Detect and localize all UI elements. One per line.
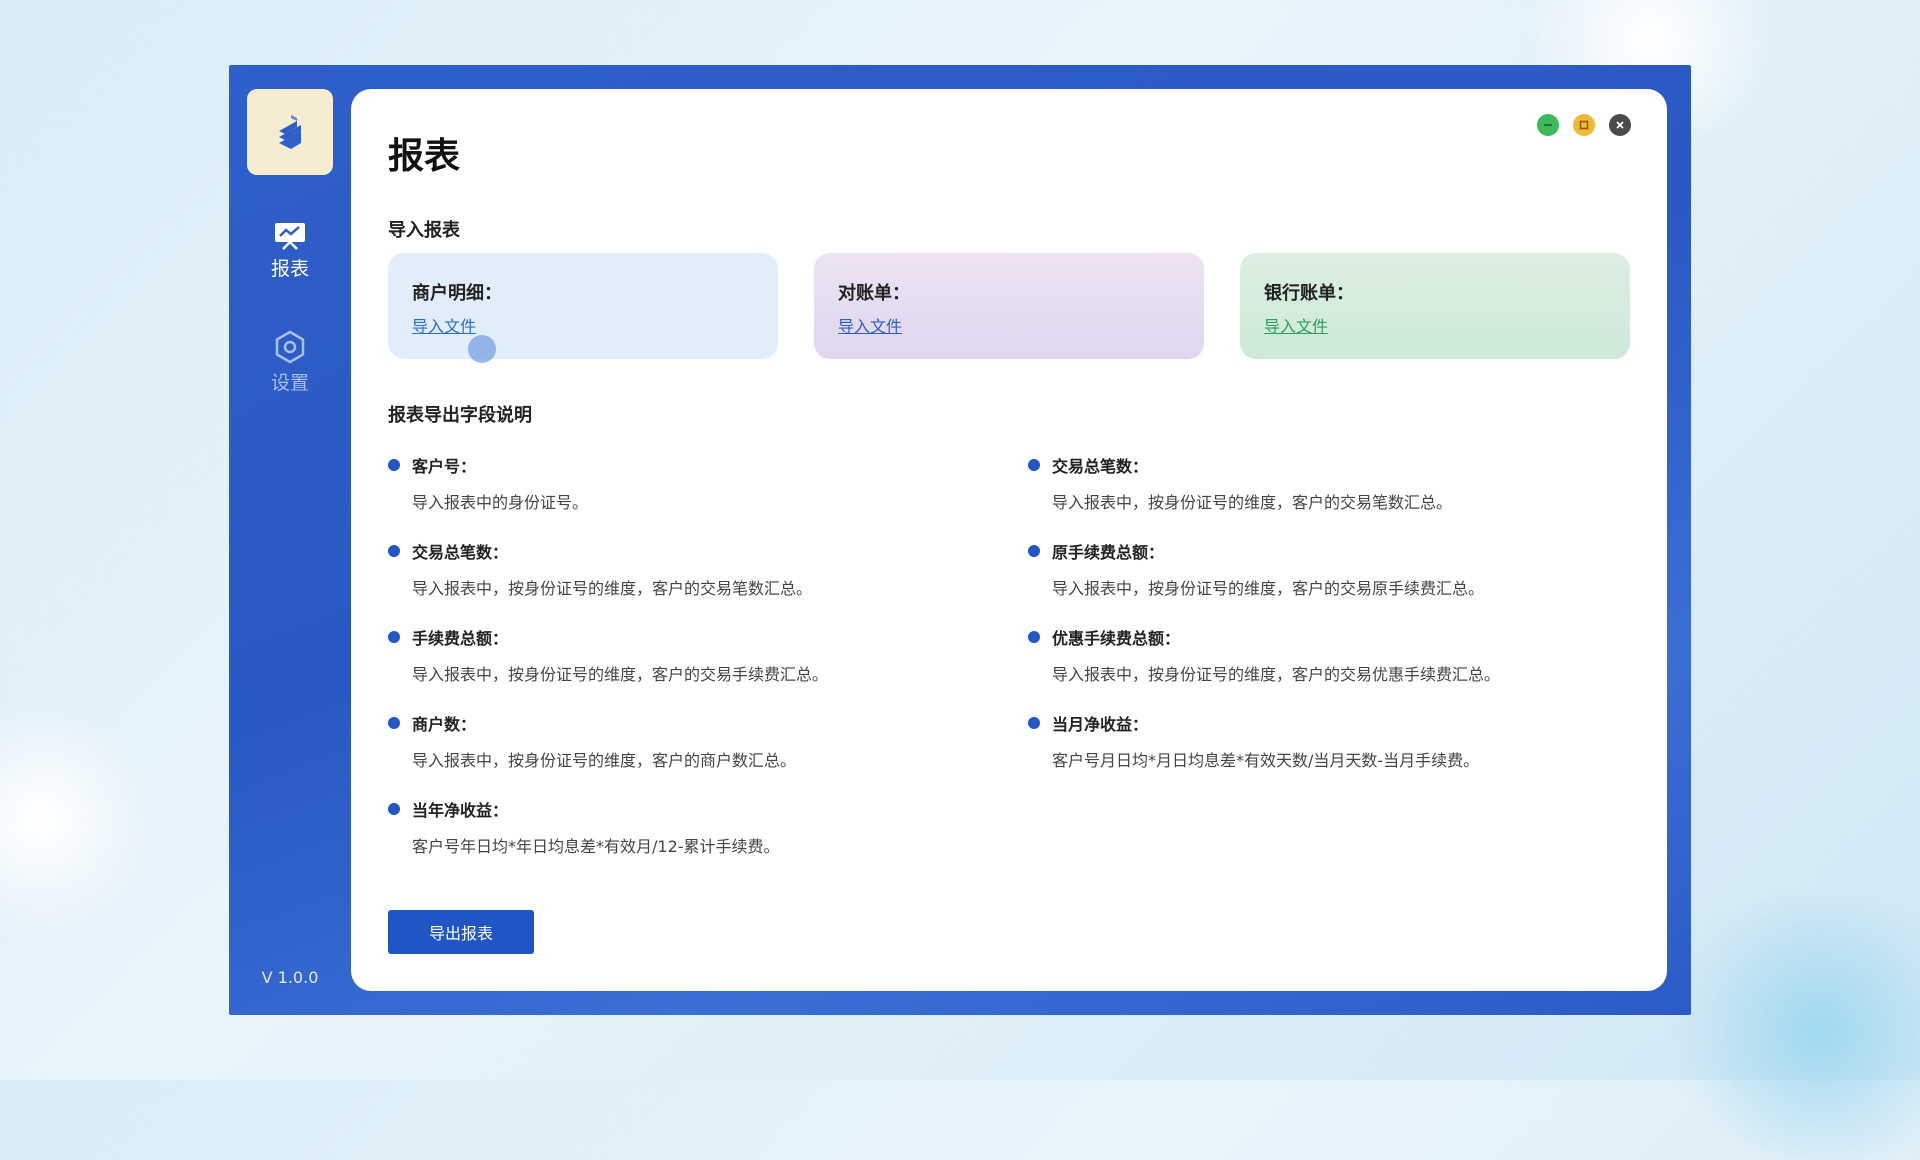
bullet-icon: [388, 717, 400, 729]
import-section-title: 导入报表: [388, 220, 460, 241]
merchant-detail-card: 商户明细： 导入文件: [388, 253, 778, 363]
field-name: 手续费总额：: [412, 629, 509, 648]
field-name: 交易总笔数：: [1052, 457, 1149, 476]
bullet-icon: [388, 631, 400, 643]
window-controls: [1537, 114, 1631, 136]
sidebar-item-label: 设置: [270, 372, 309, 394]
bank-statement-card: 银行账单： 导入文件: [1240, 253, 1630, 359]
field-desc: 导入报表中，按身份证号的维度，客户的交易笔数汇总。: [1052, 493, 1453, 512]
field-item: 交易总笔数： 导入报表中，按身份证号的维度，客户的交易笔数汇总。: [388, 539, 948, 599]
card-label: 银行账单：: [1264, 283, 1354, 304]
maximize-icon[interactable]: [1573, 114, 1595, 136]
field-item: 原手续费总额： 导入报表中，按身份证号的维度，客户的交易原手续费汇总。: [1028, 539, 1588, 599]
field-item: 商户数： 导入报表中，按身份证号的维度，客户的商户数汇总。: [388, 711, 948, 771]
background-blob: [1660, 900, 1920, 1160]
app-window: 报表 设置 V 1.0.0 报表 导入报表 商户明细： 导入文件 对账单： 导入…: [229, 65, 1691, 1015]
sidebar: 报表 设置 V 1.0.0: [229, 65, 351, 1015]
field-name: 交易总笔数：: [412, 543, 509, 562]
bullet-icon: [388, 803, 400, 815]
field-name: 优惠手续费总额：: [1052, 629, 1181, 648]
card-label: 对账单：: [838, 283, 910, 304]
bullet-icon: [1028, 717, 1040, 729]
import-file-link[interactable]: 导入文件: [412, 313, 476, 337]
pointer-indicator: [468, 335, 496, 363]
hexagon-settings-icon: [275, 330, 305, 364]
field-name: 当年净收益：: [412, 801, 509, 820]
field-desc: 导入报表中，按身份证号的维度，客户的交易手续费汇总。: [412, 665, 829, 684]
field-item: 当年净收益： 客户号年日均*年日均息差*有效月/12-累计手续费。: [388, 797, 948, 857]
bullet-icon: [1028, 631, 1040, 643]
field-desc: 导入报表中，按身份证号的维度，客户的交易笔数汇总。: [412, 579, 813, 598]
main-panel: 报表 导入报表 商户明细： 导入文件 对账单： 导入文件 银行账单： 导入文件 …: [351, 89, 1667, 991]
field-desc: 导入报表中，按身份证号的维度，客户的商户数汇总。: [412, 751, 797, 770]
field-name: 客户号：: [412, 457, 477, 476]
app-logo: [247, 89, 333, 175]
bullet-icon: [1028, 459, 1040, 471]
fields-section-title: 报表导出字段说明: [388, 405, 532, 426]
sidebar-item-settings[interactable]: 设置: [229, 330, 351, 395]
export-report-button[interactable]: 导出报表: [388, 910, 534, 954]
field-name: 当月净收益：: [1052, 715, 1149, 734]
field-item: 当月净收益： 客户号月日均*月日均息差*有效天数/当月天数-当月手续费。: [1028, 711, 1588, 771]
bullet-icon: [1028, 545, 1040, 557]
card-label: 商户明细：: [412, 283, 502, 304]
field-item: 优惠手续费总额： 导入报表中，按身份证号的维度，客户的交易优惠手续费汇总。: [1028, 625, 1588, 685]
sidebar-item-label: 报表: [270, 258, 309, 280]
field-name: 原手续费总额：: [1052, 543, 1165, 562]
sidebar-item-reports[interactable]: 报表: [229, 220, 351, 281]
reconciliation-card: 对账单： 导入文件: [814, 253, 1204, 359]
field-desc: 客户号年日均*年日均息差*有效月/12-累计手续费。: [412, 837, 780, 856]
chart-board-icon: [275, 223, 305, 250]
field-item: 手续费总额： 导入报表中，按身份证号的维度，客户的交易手续费汇总。: [388, 625, 948, 685]
close-icon[interactable]: [1609, 114, 1631, 136]
field-item: 交易总笔数： 导入报表中，按身份证号的维度，客户的交易笔数汇总。: [1028, 453, 1588, 513]
import-file-link[interactable]: 导入文件: [838, 313, 902, 337]
logo-icon: [279, 115, 301, 149]
field-item: 客户号： 导入报表中的身份证号。: [388, 453, 948, 513]
import-file-link[interactable]: 导入文件: [1264, 313, 1328, 337]
bullet-icon: [388, 545, 400, 557]
field-desc: 导入报表中的身份证号。: [412, 493, 589, 512]
field-desc: 导入报表中，按身份证号的维度，客户的交易原手续费汇总。: [1052, 579, 1485, 598]
version-label: V 1.0.0: [261, 968, 319, 987]
bullet-icon: [388, 459, 400, 471]
field-desc: 导入报表中，按身份证号的维度，客户的交易优惠手续费汇总。: [1052, 665, 1501, 684]
background-blob: [0, 700, 160, 940]
field-desc: 客户号月日均*月日均息差*有效天数/当月天数-当月手续费。: [1052, 751, 1480, 770]
field-name: 商户数：: [412, 715, 477, 734]
page-title: 报表: [388, 136, 461, 177]
minimize-icon[interactable]: [1537, 114, 1559, 136]
